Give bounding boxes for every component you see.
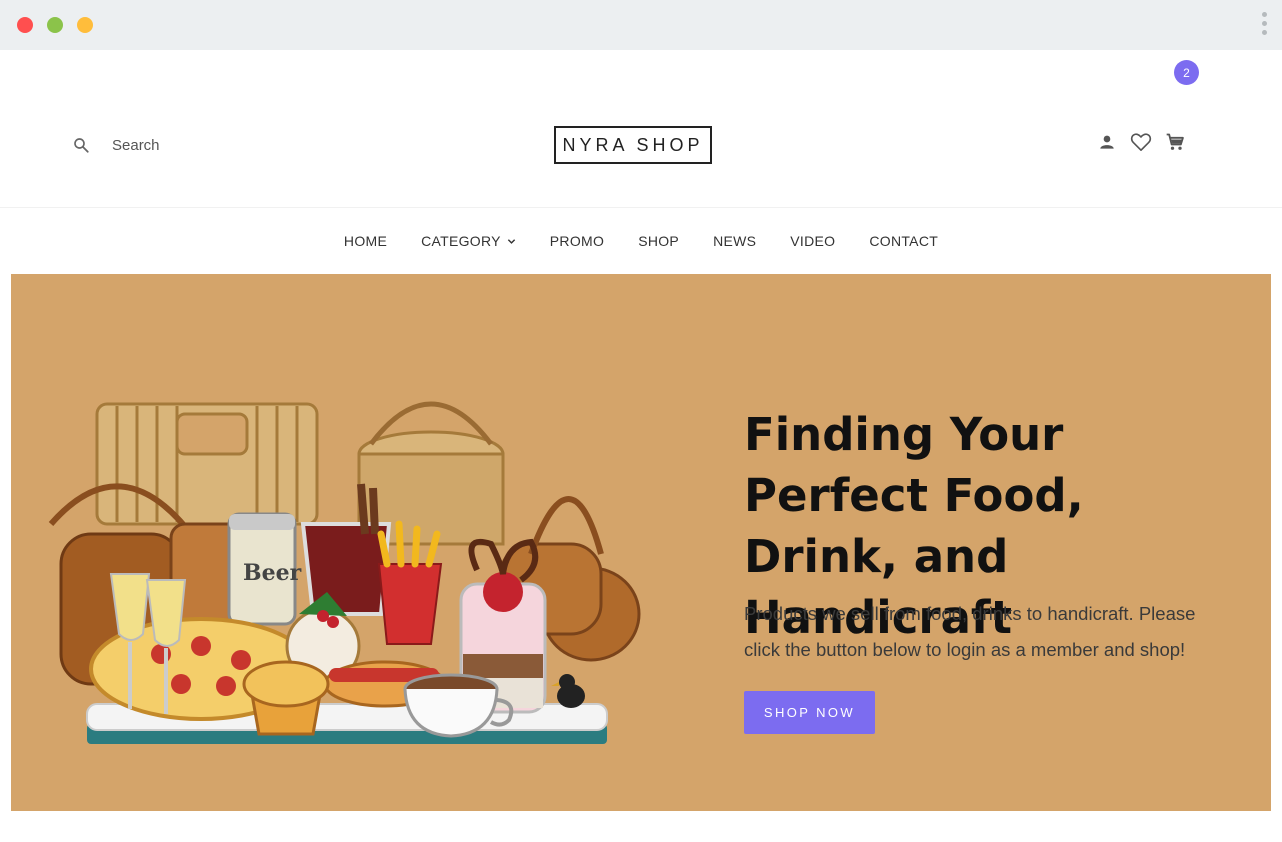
site-header: Search NYRA SHOP <box>0 50 1282 208</box>
cart-count-badge: 2 <box>1174 60 1199 85</box>
nav-category[interactable]: CATEGORY <box>421 233 516 249</box>
chevron-down-icon <box>507 238 515 244</box>
nav-news-label: NEWS <box>713 233 757 249</box>
maximize-window-button[interactable] <box>77 17 93 33</box>
search-box[interactable]: Search <box>72 134 160 156</box>
nav-video[interactable]: VIDEO <box>790 233 835 249</box>
search-input[interactable]: Search <box>112 137 160 154</box>
nav-contact-label: CONTACT <box>869 233 939 249</box>
nav-home[interactable]: HOME <box>344 233 387 249</box>
shop-now-button[interactable]: SHOP NOW <box>744 691 875 734</box>
search-icon <box>74 138 89 153</box>
nav-video-label: VIDEO <box>790 233 836 249</box>
header-actions <box>1096 130 1198 154</box>
user-icon[interactable] <box>1096 131 1118 153</box>
browser-chrome <box>0 0 1282 50</box>
main-nav: HOME CATEGORY PROMO SHOP NEWS VIDEO CONT… <box>0 209 1282 273</box>
nav-shop-label: SHOP <box>638 233 680 249</box>
nav-promo[interactable]: PROMO <box>550 233 604 249</box>
nav-news[interactable]: NEWS <box>713 233 756 249</box>
hero-illustration: Beer <box>48 401 641 744</box>
hero-banner: Beer Finding Your Perfect Food, Drink, a… <box>11 274 1271 811</box>
nav-category-label: CATEGORY <box>421 233 501 249</box>
close-window-button[interactable] <box>17 17 33 33</box>
hero-subtext: Products we sell from food, drinks to ha… <box>744 603 1196 660</box>
minimize-window-button[interactable] <box>47 17 63 33</box>
svg-text:Beer: Beer <box>243 560 302 586</box>
heart-icon[interactable] <box>1130 131 1152 153</box>
nav-shop[interactable]: SHOP <box>638 233 679 249</box>
cart-icon[interactable] <box>1164 131 1186 153</box>
nav-home-label: HOME <box>343 233 388 249</box>
nav-contact[interactable]: CONTACT <box>869 233 938 249</box>
kebab-menu-icon[interactable] <box>1260 12 1268 38</box>
site-logo[interactable]: NYRA SHOP <box>554 126 712 164</box>
nav-promo-label: PROMO <box>549 233 605 249</box>
